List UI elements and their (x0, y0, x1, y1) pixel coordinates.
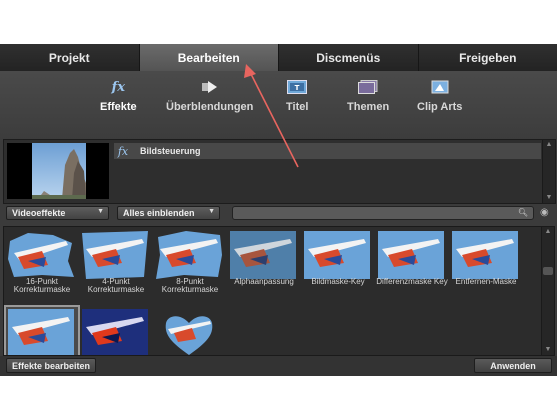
fx-icon: fx (117, 144, 129, 158)
bottom-bar: Effekte bearbeiten Anwenden (0, 356, 557, 376)
toolbar-item-effekte[interactable]: fx Effekte (100, 79, 137, 114)
effect-thumbnail (304, 231, 370, 279)
effect-thumbnail (230, 231, 296, 279)
effect-thumbnail (156, 231, 222, 279)
effect-16-punkt-korrekturmaske[interactable]: 16-Punkt Korrekturmaske (6, 229, 78, 295)
effect-label: 16-Punkt Korrekturmaske (13, 277, 71, 294)
properties-scrollbar[interactable]: ▲ ▼ (542, 140, 555, 203)
effect-thumbnail (378, 231, 444, 279)
effect-thumbnail (82, 309, 148, 355)
toolbar-label-clipart: Clip Arts (417, 101, 463, 113)
effects-grid-scrollbar[interactable]: ▲ ▼ (541, 226, 555, 356)
toolbar-item-themen[interactable]: Themen (347, 79, 389, 113)
effects-grid: 16-Punkt Korrekturmaske 4-Punkt Korrektu… (3, 226, 542, 356)
chevron-down-icon: ▼ (208, 208, 215, 215)
tab-freigeben[interactable]: Freigeben (418, 44, 557, 71)
scroll-up-icon[interactable]: ▲ (543, 140, 555, 150)
effect-label: 4-Punkt Korrekturmaske (87, 277, 145, 294)
effect-alphaanpassung[interactable]: Alphaanpassung (228, 229, 300, 295)
toolbar-label-themen: Themen (347, 101, 390, 113)
effect-thumbnail (82, 231, 148, 279)
tab-bearbeiten[interactable]: Bearbeiten (139, 44, 279, 71)
scroll-up-icon[interactable]: ▲ (542, 227, 554, 237)
effect-row2-item-1[interactable] (4, 305, 80, 355)
fx-icon: fx (111, 79, 126, 95)
effect-label: Alphaanpassung (234, 277, 294, 286)
scroll-down-icon[interactable]: ▼ (543, 193, 555, 203)
view-dropdown[interactable]: Alles einblenden ▼ (117, 206, 220, 220)
effects-filter-bar: Videoeffekte ▼ Alles einblenden ▼ 🔍︎ ◉ (0, 206, 557, 222)
transition-arrow-icon (200, 79, 220, 95)
effect-8-punkt-korrekturmaske[interactable]: 8-Punkt Korrekturmaske (154, 229, 226, 295)
effect-row-bildsteuerung[interactable]: fx Bildsteuerung (114, 143, 541, 159)
effect-differenzmaske-key[interactable]: Differenzmaske Key (376, 229, 448, 295)
category-dropdown-value: Videoeffekte (12, 208, 66, 218)
clipart-icon (430, 79, 450, 95)
search-icon[interactable]: 🔍︎ (518, 208, 528, 217)
toolbar-label-titel: Titel (286, 101, 309, 113)
effect-label: 8-Punkt Korrekturmaske (161, 277, 219, 294)
title-film-icon: T (287, 79, 308, 95)
effect-4-punkt-korrekturmaske[interactable]: 4-Punkt Korrekturmaske (80, 229, 152, 295)
toolbar-item-ueberblendungen[interactable]: Überblendungen (166, 79, 253, 113)
edit-toolbar: fx Effekte Überblendungen T Titel Themen (0, 71, 557, 141)
effect-thumbnail (452, 231, 518, 279)
effect-row-label: Bildsteuerung (140, 146, 201, 156)
toolbar-item-titel[interactable]: T Titel (286, 79, 308, 113)
toolbar-item-clipart[interactable]: Clip Arts (417, 79, 462, 113)
eye-icon[interactable]: ◉ (540, 207, 549, 218)
clip-preview (7, 143, 109, 199)
toolbar-label-ueberblendungen: Überblendungen (166, 101, 254, 113)
view-dropdown-value: Alles einblenden (123, 208, 195, 218)
effect-thumbnail (156, 309, 222, 355)
effect-row2-item-3[interactable] (154, 307, 226, 355)
chevron-down-icon: ▼ (97, 208, 104, 215)
effect-bildmaske-key[interactable]: Bildmaske-Key (302, 229, 374, 295)
tab-projekt[interactable]: Projekt (0, 44, 140, 71)
effect-entfernen-maske[interactable]: Entfernen-Maske (450, 229, 522, 295)
scroll-down-icon[interactable]: ▼ (542, 345, 554, 355)
effect-label: Bildmaske-Key (311, 277, 365, 286)
premiere-elements-panel: Projekt Bearbeiten Discmenüs Freigeben f… (0, 44, 557, 376)
effect-thumbnail (8, 309, 74, 355)
category-dropdown[interactable]: Videoeffekte ▼ (6, 206, 109, 220)
svg-text:T: T (295, 84, 300, 92)
edit-effects-button[interactable]: Effekte bearbeiten (6, 358, 96, 373)
effect-row2-item-2[interactable] (80, 307, 152, 355)
effect-label: Differenzmaske Key (376, 277, 448, 286)
effect-label: Entfernen-Maske (455, 277, 517, 286)
themes-icon (358, 79, 378, 95)
main-tabs: Projekt Bearbeiten Discmenüs Freigeben (0, 44, 557, 71)
scroll-thumb[interactable] (543, 267, 553, 275)
effect-thumbnail (8, 233, 74, 277)
apply-button[interactable]: Anwenden (474, 358, 552, 373)
clip-thumbnail-image (32, 143, 86, 199)
effect-properties-panel: fx Bildsteuerung ▲ ▼ (3, 139, 556, 204)
search-input[interactable]: 🔍︎ (232, 206, 534, 220)
tab-discmenues[interactable]: Discmenüs (279, 44, 419, 71)
toolbar-label-effekte: Effekte (100, 101, 137, 113)
